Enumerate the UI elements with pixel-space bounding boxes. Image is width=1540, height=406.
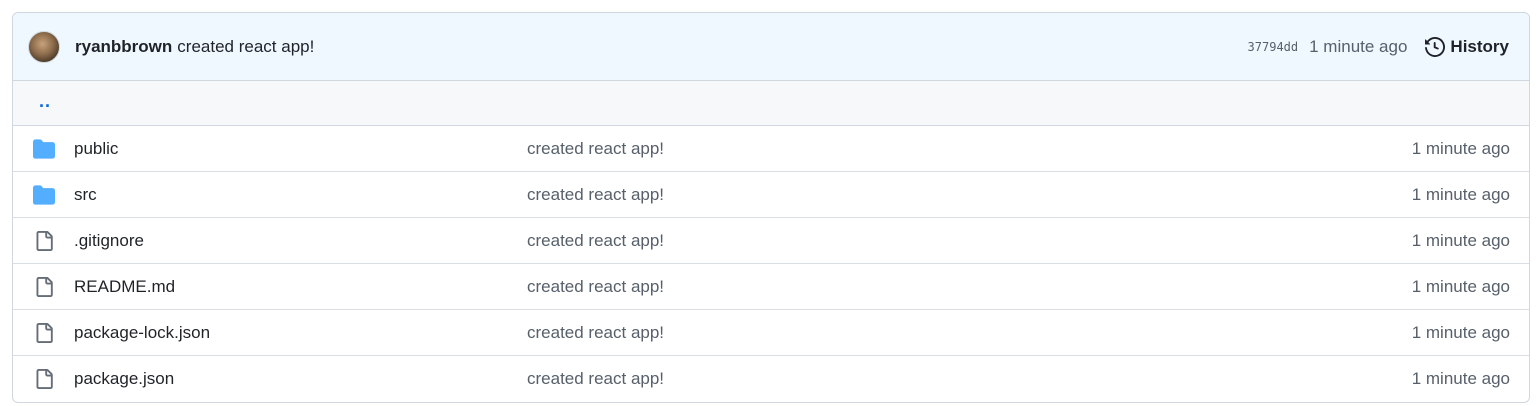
file-commit-age: 1 minute ago xyxy=(1411,138,1510,158)
folder-icon xyxy=(32,137,56,161)
file-row[interactable]: public created react app! 1 minute ago xyxy=(13,126,1529,172)
history-label: History xyxy=(1450,36,1509,56)
avatar[interactable] xyxy=(28,30,60,63)
file-row[interactable]: .gitignore created react app! 1 minute ago xyxy=(13,218,1529,264)
parent-directory-row[interactable]: .. xyxy=(13,81,1529,126)
file-row[interactable]: README.md created react app! 1 minute ago xyxy=(13,264,1529,310)
file-name-link[interactable]: package.json xyxy=(74,369,527,389)
file-commit-message-link[interactable]: created react app! xyxy=(527,323,1412,343)
file-commit-age: 1 minute ago xyxy=(1411,184,1510,204)
file-browser: ryanbbrown created react app! 37794dd 1 … xyxy=(12,12,1530,403)
file-commit-age: 1 minute ago xyxy=(1411,369,1510,388)
file-name-link[interactable]: public xyxy=(74,139,527,159)
file-commit-message-link[interactable]: created react app! xyxy=(527,185,1412,205)
file-commit-message-link[interactable]: created react app! xyxy=(527,139,1412,159)
file-icon xyxy=(32,229,56,253)
file-commit-age: 1 minute ago xyxy=(1411,276,1510,296)
file-name-link[interactable]: package-lock.json xyxy=(74,323,527,343)
file-row[interactable]: package-lock.json created react app! 1 min… xyxy=(13,310,1529,356)
file-name-link[interactable]: .gitignore xyxy=(74,231,527,251)
history-button[interactable]: History xyxy=(1425,37,1509,57)
file-icon xyxy=(32,367,56,391)
file-commit-message-link[interactable]: created react app! xyxy=(527,369,1412,389)
file-name-link[interactable]: README.md xyxy=(74,277,527,297)
file-list: public created react app! 1 minute ago src c… xyxy=(13,126,1529,402)
file-commit-age: 1 minute ago xyxy=(1411,322,1510,342)
file-row[interactable]: package.json created react app! 1 minute a… xyxy=(13,356,1529,402)
latest-commit-bar: ryanbbrown created react app! 37794dd 1 … xyxy=(13,13,1529,81)
folder-icon xyxy=(32,183,56,207)
commit-sha-link[interactable]: 37794dd xyxy=(1248,40,1299,54)
file-row[interactable]: src created react app! 1 minute ago xyxy=(13,172,1529,218)
file-icon xyxy=(32,275,56,299)
file-commit-message-link[interactable]: created react app! xyxy=(527,277,1412,297)
file-icon xyxy=(32,321,56,345)
history-icon xyxy=(1425,36,1446,57)
parent-directory-link[interactable]: .. xyxy=(39,91,51,112)
commit-author-link[interactable]: ryanbbrown xyxy=(75,37,172,57)
file-commit-message-link[interactable]: created react app! xyxy=(527,231,1412,251)
file-name-link[interactable]: src xyxy=(74,185,527,205)
commit-message-link[interactable]: created react app! xyxy=(177,37,314,57)
commit-time: 1 minute ago xyxy=(1309,36,1408,56)
file-commit-age: 1 minute ago xyxy=(1411,230,1510,250)
